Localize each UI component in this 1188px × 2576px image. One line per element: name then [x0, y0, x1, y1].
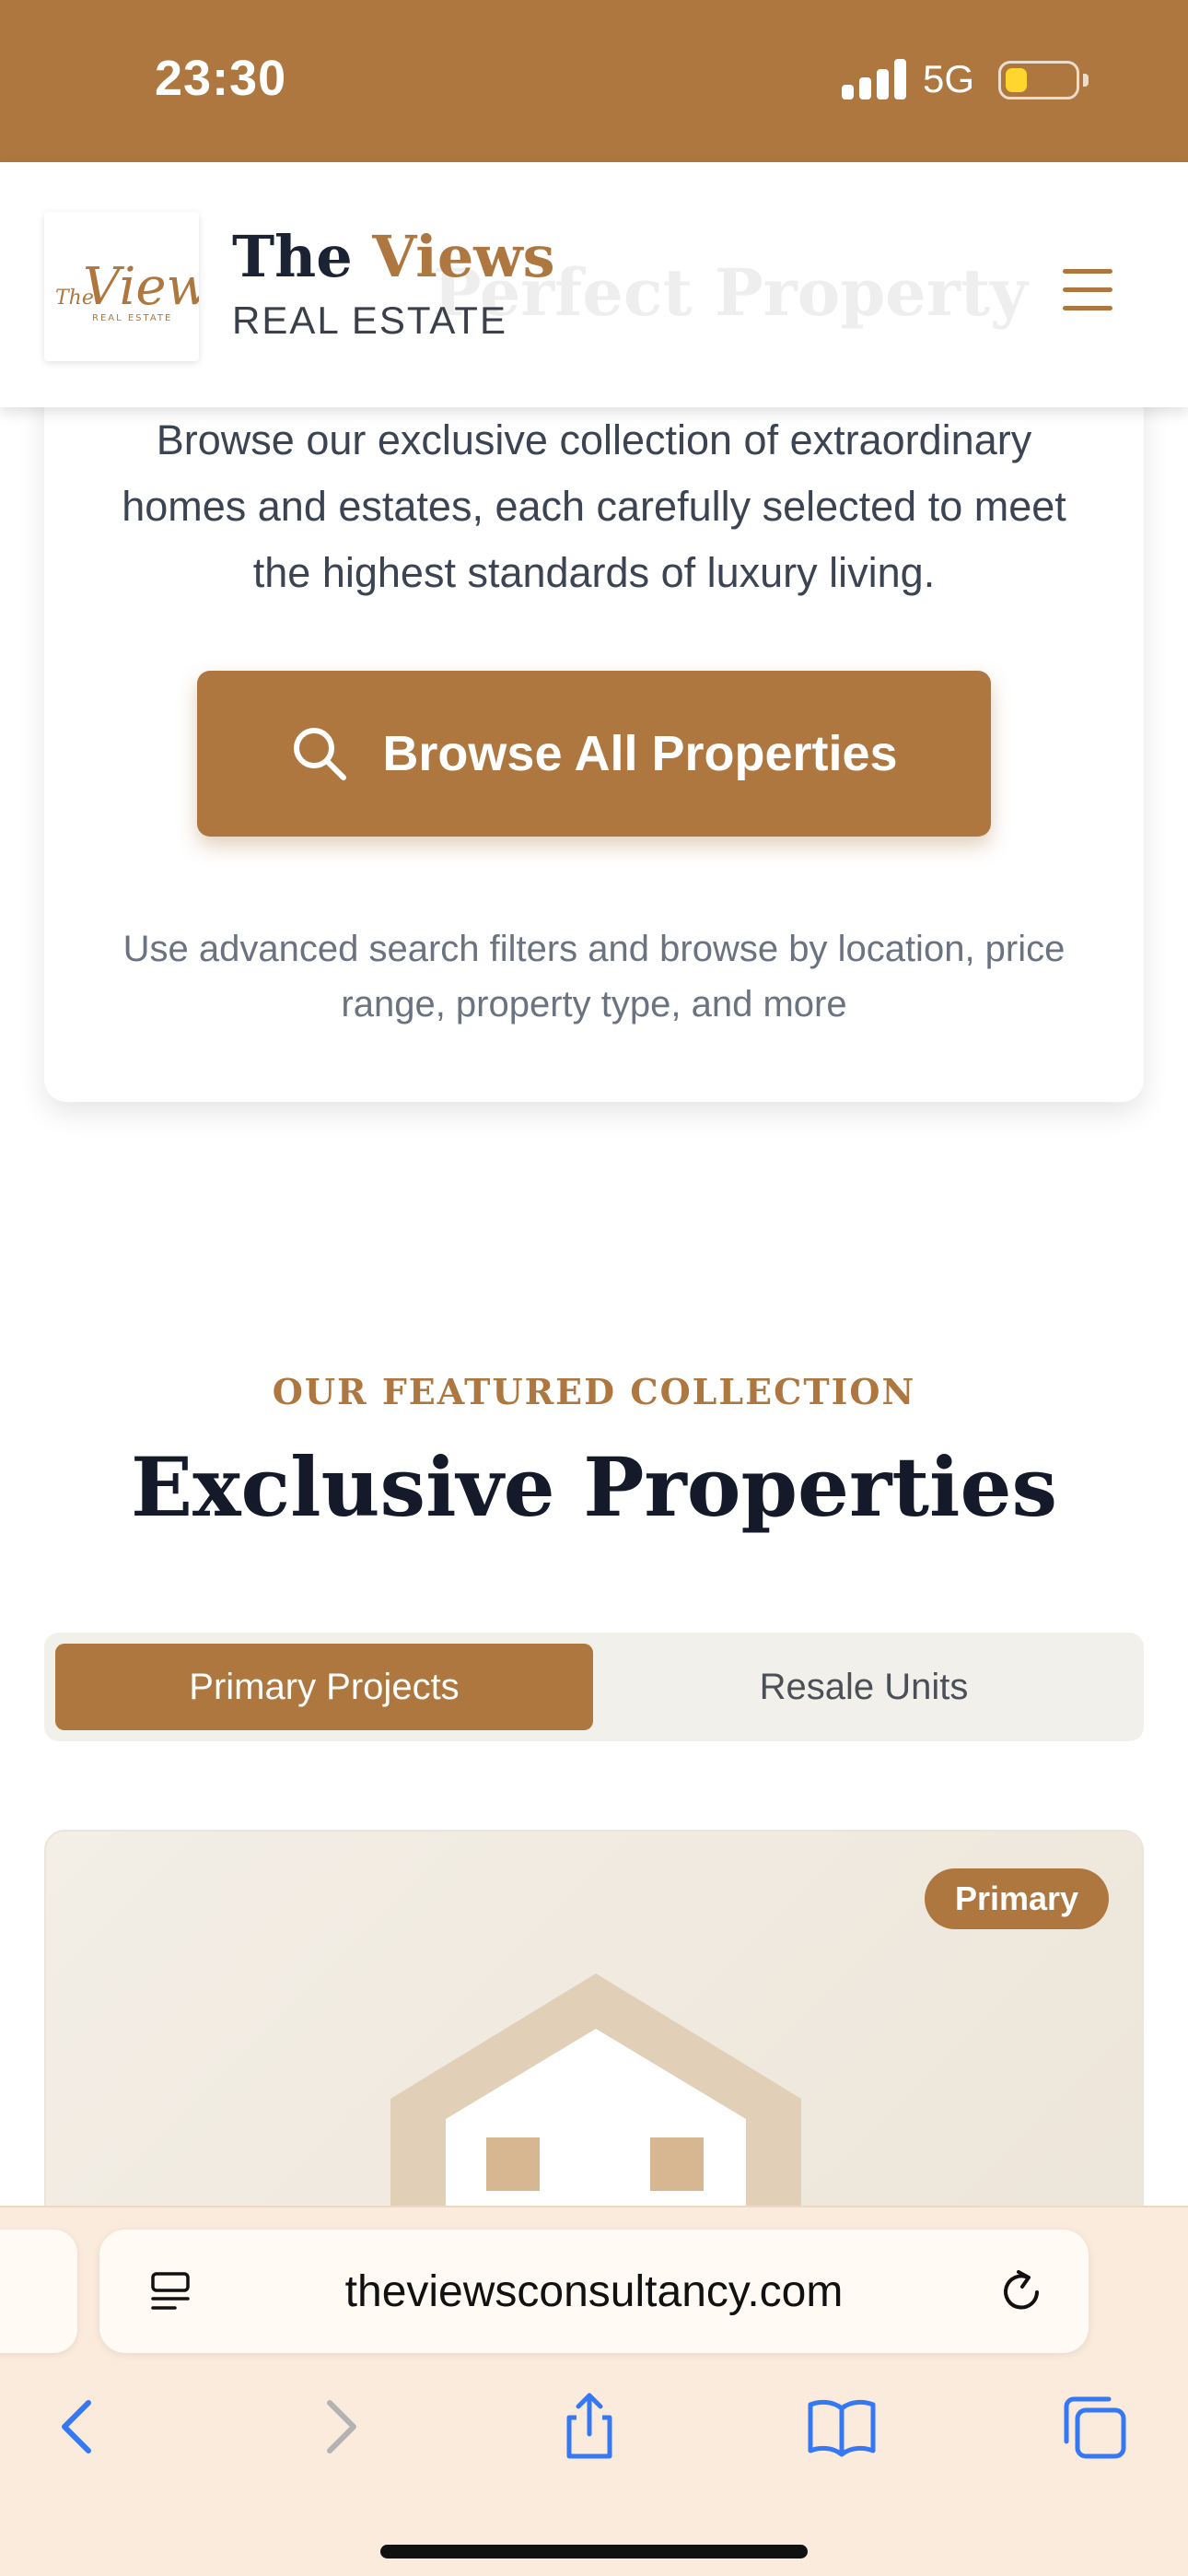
section-eyebrow: OUR FEATURED COLLECTION [272, 1371, 916, 1412]
hero-description: Browse our exclusive collection of extra… [122, 416, 1066, 596]
browser-toolbar: theviewsconsultancy.com [0, 2206, 1188, 2576]
site-header: Perfect Property The Views REAL ESTATE T… [0, 162, 1188, 407]
browse-all-properties-button[interactable]: Browse All Properties [197, 671, 991, 837]
url-text: theviewsconsultancy.com [344, 2266, 844, 2316]
share-icon[interactable] [553, 2390, 626, 2464]
logo-script: Views [83, 257, 199, 317]
network-type: 5G [923, 57, 975, 100]
logo[interactable]: The Views REAL ESTATE [44, 212, 199, 361]
brand-name-part1: The [232, 223, 353, 290]
section-title: Exclusive Properties [131, 1439, 1057, 1535]
status-badge: Primary [925, 1868, 1109, 1929]
battery-level [1006, 68, 1027, 92]
forward-icon[interactable] [302, 2390, 376, 2464]
brand-subtitle: REAL ESTATE [232, 299, 507, 342]
signal-strength-icon [842, 59, 906, 100]
status-bar: 23:30 5G [0, 0, 1188, 162]
brand-name[interactable]: The Views [232, 223, 555, 290]
bookmarks-icon[interactable] [805, 2390, 879, 2464]
tab-resale-units[interactable]: Resale Units [595, 1644, 1133, 1730]
property-tabs: Primary Projects Resale Units [44, 1633, 1144, 1741]
home-indicator [380, 2545, 808, 2558]
search-icon [294, 728, 347, 780]
tab-primary-projects[interactable]: Primary Projects [55, 1644, 593, 1730]
previous-tab-preview[interactable] [0, 2230, 77, 2353]
address-bar[interactable]: theviewsconsultancy.com [99, 2230, 1089, 2353]
battery-icon [998, 61, 1079, 100]
logo-sub: REAL ESTATE [92, 313, 172, 323]
browse-button-label: Browse All Properties [382, 726, 898, 781]
hero-note: Use advanced search filters and browse b… [122, 929, 1066, 1025]
battery-cap [1083, 74, 1089, 87]
logo-mark: The Views REAL ESTATE [55, 257, 199, 323]
tabs-icon[interactable] [1057, 2390, 1131, 2464]
hamburger-menu-icon[interactable] [1055, 262, 1124, 317]
brand-name-part2: Views [372, 223, 555, 290]
status-time: 23:30 [155, 51, 287, 106]
back-icon[interactable] [42, 2390, 116, 2464]
reload-icon[interactable] [996, 2266, 1046, 2316]
